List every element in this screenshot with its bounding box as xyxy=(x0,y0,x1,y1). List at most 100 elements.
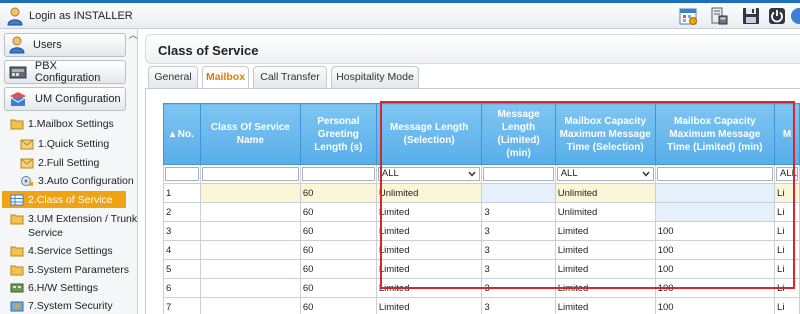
tree-mailbox-settings[interactable]: 1.Mailbox Settings xyxy=(10,115,114,132)
cell-message-length-selection[interactable]: Unlimited xyxy=(375,183,483,203)
tree-hw-settings[interactable]: 6.H/W Settings xyxy=(10,279,98,296)
tree-system-security[interactable]: 7.System Security xyxy=(10,297,113,314)
cell-class-name[interactable] xyxy=(199,183,301,203)
table-row[interactable]: 5 60 Limited 3 Limited 100 Li xyxy=(163,259,800,279)
tree-class-of-service[interactable]: 2.Class of Service xyxy=(2,191,126,208)
cell-class-name[interactable] xyxy=(199,221,301,241)
tree-service-settings[interactable]: 4.Service Settings xyxy=(10,242,113,259)
column-header-next[interactable]: M xyxy=(774,103,800,165)
cell-message-length-limited[interactable] xyxy=(481,183,556,203)
tree-full-setting[interactable]: 2.Full Setting xyxy=(20,154,99,171)
cell-greeting-length[interactable]: 60 xyxy=(299,259,377,279)
tab-hospitality-mode[interactable]: Hospitality Mode xyxy=(331,66,419,88)
cell-message-length-limited[interactable]: 3 xyxy=(481,297,556,314)
filter-next-select[interactable]: ALL xyxy=(776,167,798,181)
cell-capacity-selection[interactable]: Limited xyxy=(554,297,656,314)
cell-message-length-selection[interactable]: Limited xyxy=(375,278,483,298)
cell-no[interactable]: 6 xyxy=(163,278,201,298)
table-row[interactable]: 4 60 Limited 3 Limited 100 Li xyxy=(163,240,800,260)
column-header-mailbox-capacity-selection[interactable]: Mailbox Capacity Maximum Message Time (S… xyxy=(554,103,656,165)
column-header-mailbox-capacity-limited[interactable]: Mailbox Capacity Maximum Message Time (L… xyxy=(654,103,776,165)
cell-next[interactable]: Li xyxy=(774,278,800,298)
cell-class-name[interactable] xyxy=(199,297,301,314)
table-row[interactable]: 3 60 Limited 3 Limited 100 Li xyxy=(163,221,800,241)
cell-message-length-selection[interactable]: Limited xyxy=(375,297,483,314)
cell-next[interactable]: Li xyxy=(774,202,800,222)
cell-capacity-limited[interactable]: 100 xyxy=(654,221,776,241)
cell-class-name[interactable] xyxy=(199,278,301,298)
cell-no[interactable]: 2 xyxy=(163,202,201,222)
tree-auto-configuration[interactable]: 3.Auto Configuration xyxy=(20,172,134,189)
cell-greeting-length[interactable]: 60 xyxy=(299,278,377,298)
cell-class-name[interactable] xyxy=(199,240,301,260)
cell-next[interactable]: Li xyxy=(774,221,800,241)
help-icon[interactable] xyxy=(790,7,800,25)
cell-next[interactable]: Li xyxy=(774,259,800,279)
sidebar-scroll-up-icon[interactable]: ︿ xyxy=(128,29,138,41)
table-row[interactable]: 6 60 Limited 3 Limited 100 Li xyxy=(163,278,800,298)
filter-no-input[interactable] xyxy=(165,167,199,181)
column-header-message-length-limited[interactable]: Message Length (Limited) (min) xyxy=(481,103,556,165)
tab-mailbox[interactable]: Mailbox xyxy=(202,66,249,89)
menu-um-configuration-button[interactable]: UM Configuration xyxy=(4,87,126,111)
tree-quick-setting[interactable]: 1.Quick Setting xyxy=(20,135,109,152)
cell-capacity-selection[interactable]: Limited xyxy=(554,259,656,279)
cell-message-length-selection[interactable]: Limited xyxy=(375,240,483,260)
filter-message-limited-input[interactable] xyxy=(483,167,554,181)
cell-no[interactable]: 4 xyxy=(163,240,201,260)
cell-greeting-length[interactable]: 60 xyxy=(299,183,377,203)
column-header-class-of-service-name[interactable]: Class Of Service Name xyxy=(199,103,301,165)
cell-capacity-limited[interactable]: 100 xyxy=(654,259,776,279)
cell-capacity-selection[interactable]: Limited xyxy=(554,278,656,298)
phone-book-icon[interactable] xyxy=(710,7,728,25)
cell-capacity-limited[interactable]: 100 xyxy=(654,278,776,298)
cell-greeting-length[interactable]: 60 xyxy=(299,202,377,222)
cell-capacity-selection[interactable]: Unlimited xyxy=(554,183,656,203)
cell-capacity-selection[interactable]: Limited xyxy=(554,240,656,260)
filter-message-length-select[interactable]: ALL xyxy=(377,167,481,181)
filter-capacity-select[interactable]: ALL xyxy=(556,167,654,181)
cell-message-length-limited[interactable]: 3 xyxy=(481,202,556,222)
column-header-personal-greeting-length[interactable]: Personal Greeting Length (s) xyxy=(299,103,377,165)
table-row[interactable]: 2 60 Limited 3 Unlimited Li xyxy=(163,202,800,222)
cell-message-length-selection[interactable]: Limited xyxy=(375,221,483,241)
save-icon[interactable] xyxy=(742,7,760,25)
cell-message-length-limited[interactable]: 3 xyxy=(481,240,556,260)
menu-pbx-configuration-button[interactable]: PBX Configuration xyxy=(4,60,126,84)
calendar-icon[interactable] xyxy=(679,7,697,25)
cell-no[interactable]: 5 xyxy=(163,259,201,279)
cell-capacity-limited[interactable]: 100 xyxy=(654,240,776,260)
cell-capacity-limited[interactable] xyxy=(654,202,776,222)
tab-call-transfer[interactable]: Call Transfer xyxy=(253,66,327,88)
cell-capacity-selection[interactable]: Unlimited xyxy=(554,202,656,222)
filter-name-input[interactable] xyxy=(201,167,299,181)
cell-class-name[interactable] xyxy=(199,259,301,279)
cell-message-length-limited[interactable]: 3 xyxy=(481,221,556,241)
cell-message-length-selection[interactable]: Limited xyxy=(375,202,483,222)
cell-message-length-selection[interactable]: Limited xyxy=(375,259,483,279)
cell-no[interactable]: 7 xyxy=(163,297,201,314)
filter-greeting-input[interactable] xyxy=(301,167,375,181)
cell-greeting-length[interactable]: 60 xyxy=(299,297,377,314)
cell-message-length-limited[interactable]: 3 xyxy=(481,259,556,279)
cell-capacity-limited[interactable]: 100 xyxy=(654,297,776,314)
tab-general[interactable]: General xyxy=(148,66,198,88)
cell-greeting-length[interactable]: 60 xyxy=(299,240,377,260)
cell-capacity-selection[interactable]: Limited xyxy=(554,221,656,241)
filter-capacity-limited-input[interactable] xyxy=(656,167,774,181)
cell-no[interactable]: 3 xyxy=(163,221,201,241)
cell-capacity-limited[interactable] xyxy=(654,183,776,203)
column-header-message-length-selection[interactable]: Message Length (Selection) xyxy=(375,103,483,165)
cell-greeting-length[interactable]: 60 xyxy=(299,221,377,241)
cell-next[interactable]: Li xyxy=(774,297,800,314)
table-row[interactable]: 1 60 Unlimited Unlimited Li xyxy=(163,183,800,203)
cell-next[interactable]: Li xyxy=(774,240,800,260)
table-row[interactable]: 7 60 Limited 3 Limited 100 Li xyxy=(163,297,800,314)
column-header-no[interactable]: ▴ No. xyxy=(163,103,201,165)
cell-next[interactable]: Li xyxy=(774,183,800,203)
tree-system-parameters[interactable]: 5.System Parameters xyxy=(10,261,129,278)
cell-no[interactable]: 1 xyxy=(163,183,201,203)
power-icon[interactable] xyxy=(768,7,786,25)
cell-class-name[interactable] xyxy=(199,202,301,222)
cell-message-length-limited[interactable]: 3 xyxy=(481,278,556,298)
